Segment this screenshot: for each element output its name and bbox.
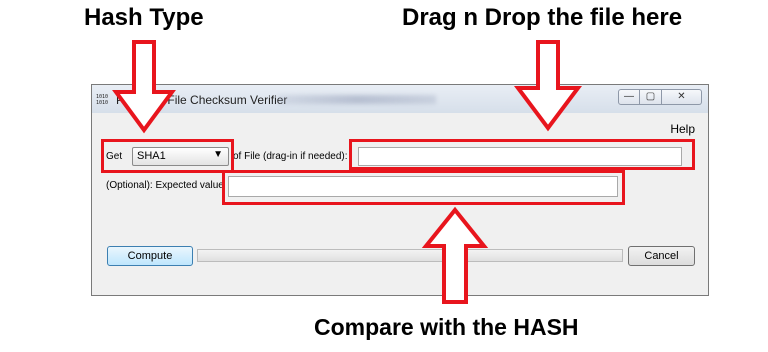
compare-annotation: Compare with the HASH — [314, 314, 579, 340]
down-arrow-icon — [112, 40, 176, 134]
annotation-arrows — [112, 40, 582, 304]
up-arrow-icon — [421, 206, 489, 304]
down-arrow-icon — [514, 40, 582, 132]
